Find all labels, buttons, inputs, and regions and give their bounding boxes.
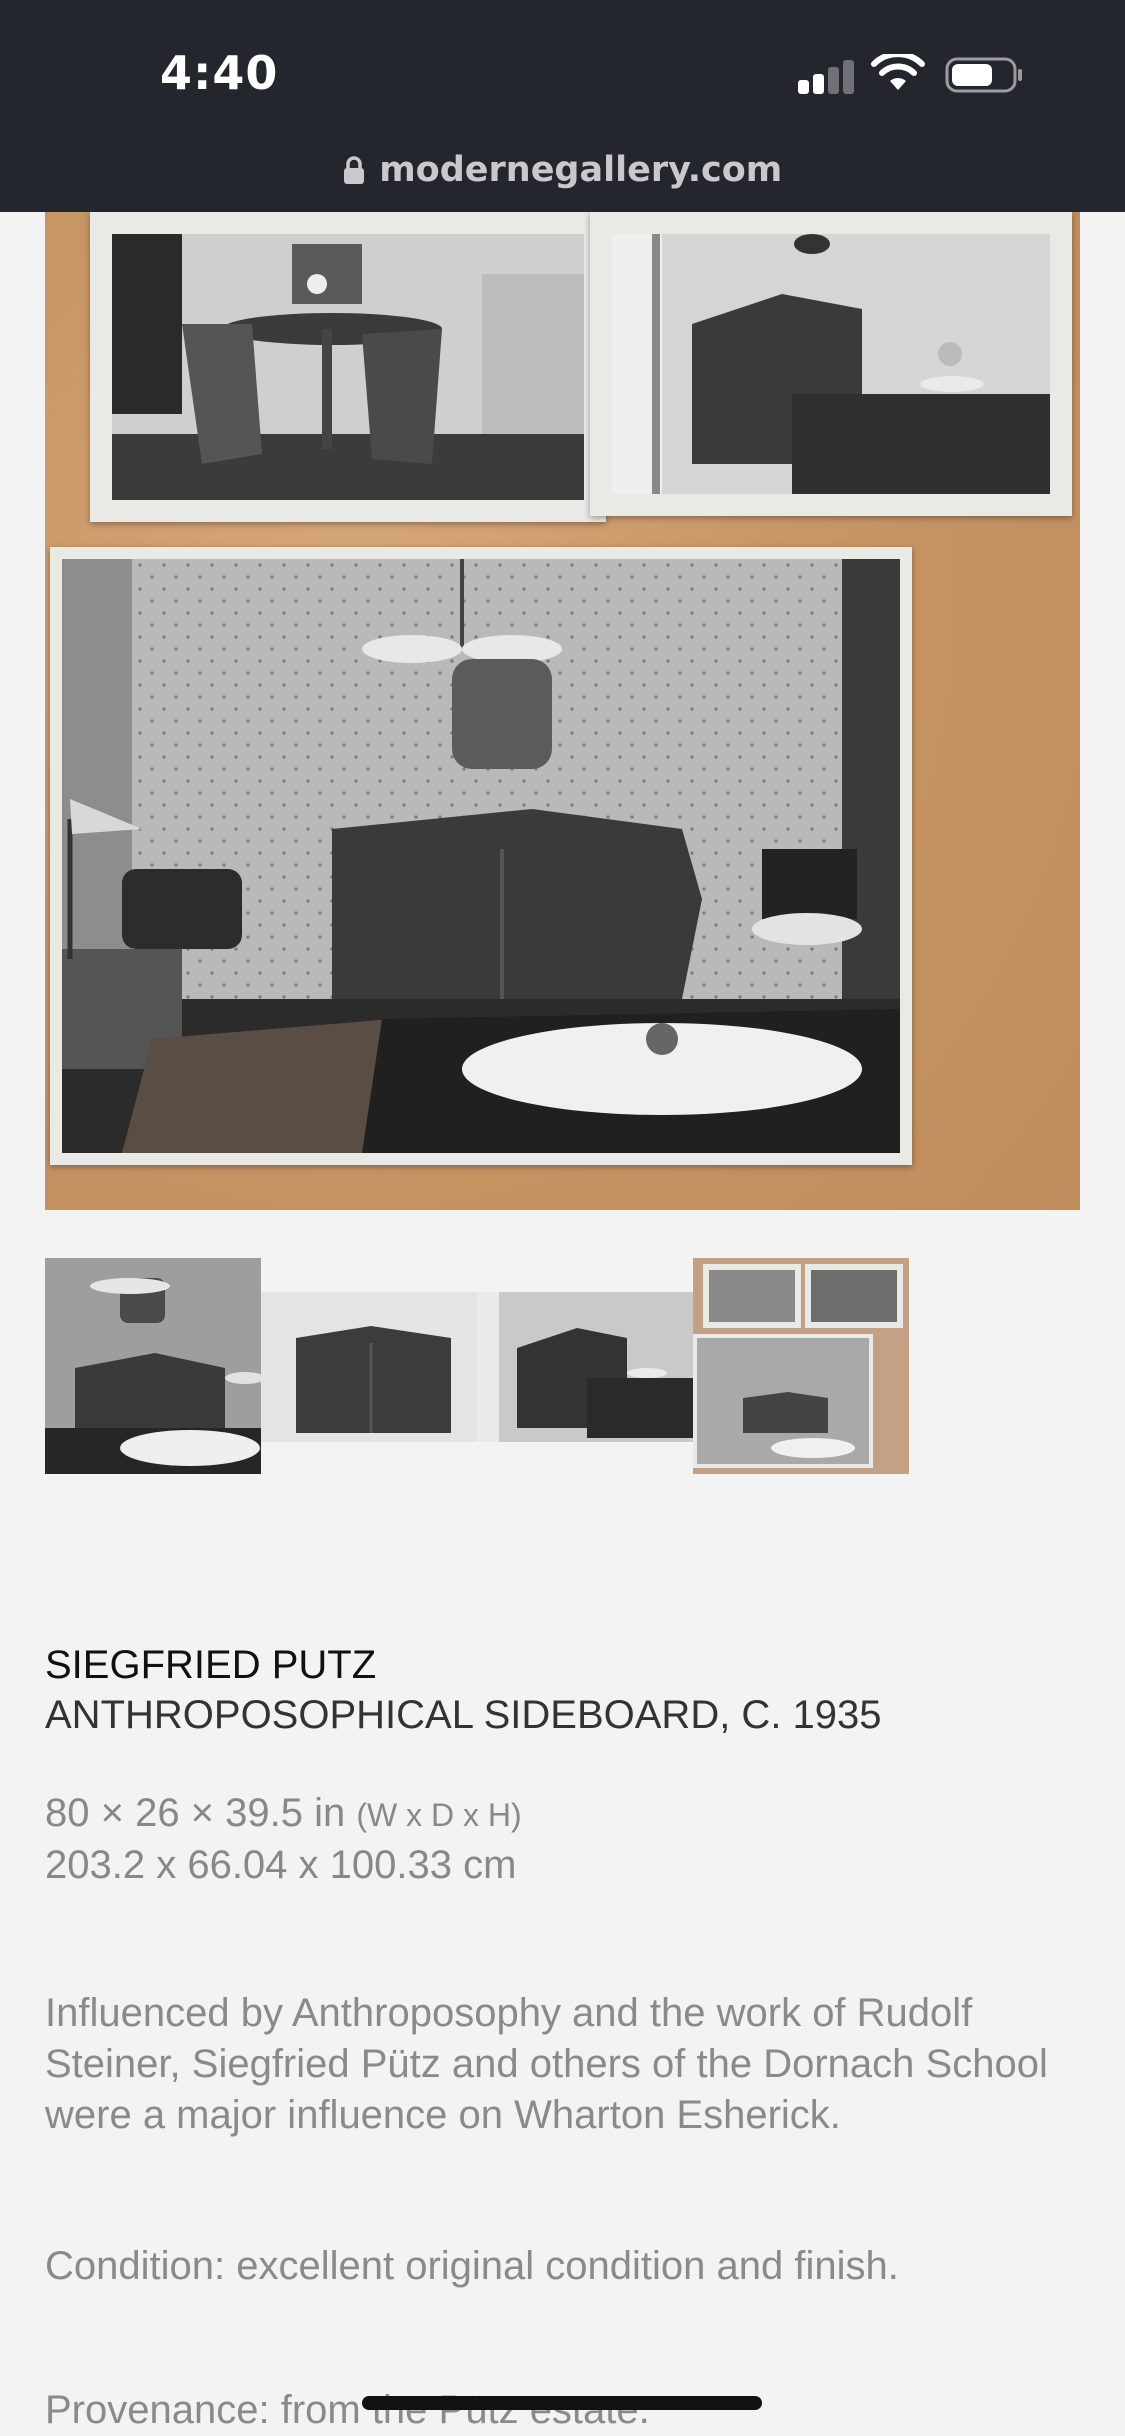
dimensions-cm: 203.2 x 66.04 x 100.33 cm — [45, 1843, 517, 1887]
thumbnail-4[interactable] — [693, 1258, 909, 1474]
product-provenance: Provenance: from the Pütz estate. — [45, 2388, 650, 2432]
lock-icon — [343, 156, 364, 184]
thumbnail-1[interactable] — [45, 1258, 261, 1474]
work-title: ANTHROPOSOPHICAL SIDEBOARD, C. 1935 — [45, 1693, 882, 1737]
home-indicator[interactable] — [362, 2396, 762, 2410]
dimensions-inches-value: 80 × 26 × 39.5 in — [45, 1791, 346, 1835]
thumbnail-strip — [45, 1258, 909, 1474]
dimensions-inches: 80 × 26 × 39.5 in (W x D x H) — [45, 1788, 1085, 1840]
photo-sideboard-corner — [590, 212, 1072, 516]
url-text: modernegallery.com — [379, 150, 783, 190]
main-product-image[interactable] — [45, 212, 1080, 1210]
product-details: SIEGFRIED PUTZ ANTHROPOSOPHICAL SIDEBOAR… — [45, 1640, 1085, 2435]
url-bar[interactable]: modernegallery.com — [0, 150, 1125, 190]
artist-name: SIEGFRIED PUTZ — [45, 1643, 377, 1687]
dimensions-order-note: (W x D x H) — [356, 1797, 522, 1833]
cellular-signal-icon — [798, 58, 856, 94]
dimensions: 80 × 26 × 39.5 in (W x D x H) 203.2 x 66… — [45, 1788, 1085, 1890]
thumbnail-2[interactable] — [261, 1258, 477, 1474]
product-description: Influenced by Anthroposophy and the work… — [45, 1991, 1048, 2137]
product-condition: Condition: excellent original condition … — [45, 2244, 899, 2288]
browser-top-bar: 4:40 modernegallery.com — [0, 0, 1125, 212]
status-time: 4:40 — [160, 46, 279, 100]
battery-icon — [945, 57, 1022, 93]
thumbnail-3[interactable] — [477, 1258, 693, 1474]
photo-dining-room — [90, 212, 606, 522]
photo-living-room — [50, 547, 912, 1165]
wifi-icon — [871, 54, 925, 90]
